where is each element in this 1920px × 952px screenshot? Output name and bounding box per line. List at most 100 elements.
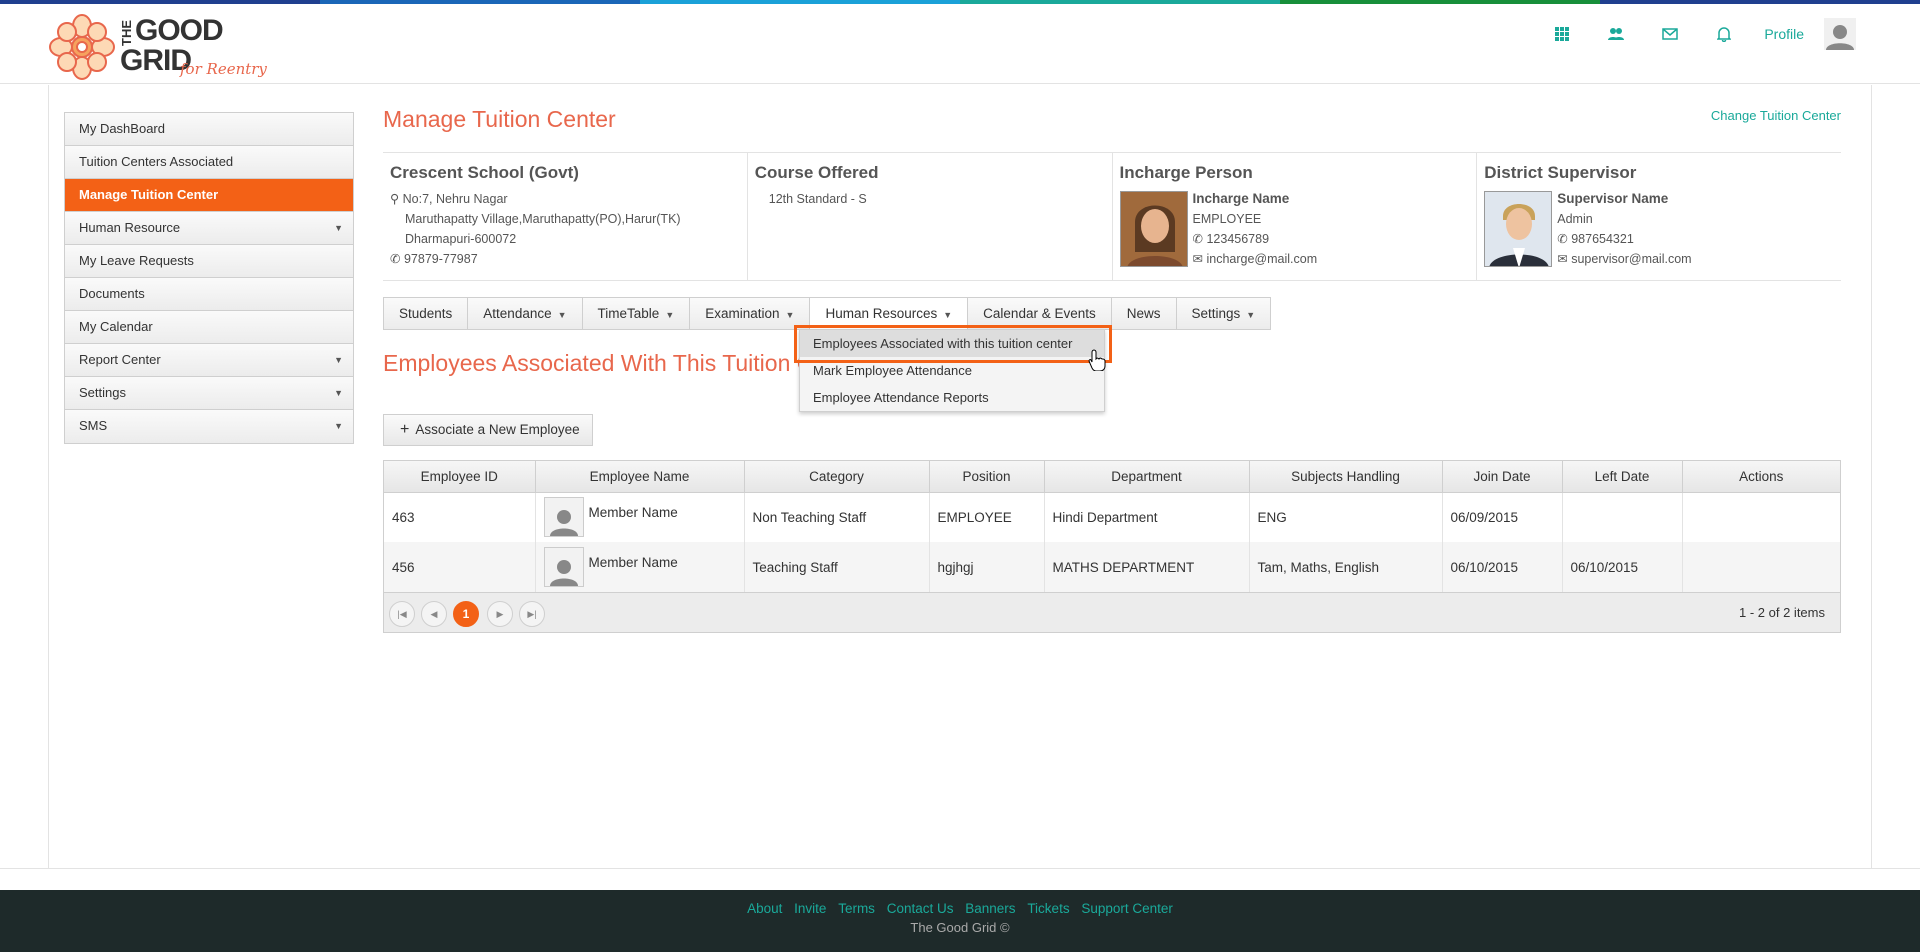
supervisor-email[interactable]: ✉ supervisor@mail.com (1557, 249, 1691, 269)
course-value: 12th Standard - S (768, 192, 867, 206)
tab-examination[interactable]: Examination ▼ (690, 298, 811, 329)
top-nav: Profile (1535, 4, 1920, 64)
column-header[interactable]: Position (929, 461, 1045, 493)
left-date-cell (1562, 492, 1683, 542)
tab-timetable[interactable]: TimeTable ▼ (583, 298, 691, 329)
column-header[interactable]: Left Date (1562, 461, 1683, 493)
tab-label: News (1126, 306, 1161, 321)
sidebar-item-label: Documents (79, 286, 145, 301)
column-header[interactable]: Employee Name (535, 461, 745, 493)
sidebar-item-label: My Leave Requests (79, 253, 194, 268)
footer-link-banners[interactable]: Banners (965, 901, 1015, 916)
sidebar-item-label: SMS (79, 418, 108, 433)
phone-icon: ✆ (1557, 232, 1568, 246)
logo-the: THE (119, 20, 134, 46)
footer-spacer (0, 868, 1920, 890)
next-page-icon[interactable]: ▶ (487, 601, 513, 627)
tab-settings[interactable]: Settings ▼ (1177, 298, 1271, 329)
column-header[interactable]: Subjects Handling (1249, 461, 1443, 493)
menu-item-attendance-reports[interactable]: Employee Attendance Reports (800, 384, 1104, 411)
supervisor-phone: ✆ 987654321 (1557, 229, 1691, 249)
school-address-line1: ⚲ No:7, Nehru Nagar (390, 189, 740, 209)
tab-label: Examination (705, 306, 780, 321)
incharge-info: Incharge Person Incharge Name EMPLOYEE ✆… (1113, 153, 1478, 280)
column-header[interactable]: Actions (1682, 461, 1840, 493)
first-page-icon[interactable]: |◀ (389, 601, 415, 627)
sidebar-item-tuition-centers[interactable]: Tuition Centers Associated (65, 146, 353, 179)
footer-link-terms[interactable]: Terms (838, 901, 875, 916)
actions-cell (1682, 492, 1840, 542)
users-icon[interactable] (1608, 26, 1625, 42)
footer-link-invite[interactable]: Invite (794, 901, 826, 916)
supervisor-details: Supervisor Name Admin ✆ 987654321 ✉ supe… (1557, 189, 1691, 269)
sidebar-item-dashboard[interactable]: My DashBoard (65, 113, 353, 146)
content-right-border (1871, 85, 1872, 868)
pager: |◀ ◀ 1 ▶ ▶| 1 - 2 of 2 items (384, 592, 1840, 632)
logo[interactable]: THE GOOD GRID for Reentry (48, 12, 268, 84)
email-text: incharge@mail.com (1206, 252, 1318, 266)
footer-link-tickets[interactable]: Tickets (1027, 901, 1069, 916)
employees-grid: Employee ID Employee Name Category Posit… (383, 460, 1841, 633)
sidebar-item-calendar[interactable]: My Calendar (65, 311, 353, 344)
employees-table: Employee ID Employee Name Category Posit… (384, 461, 1840, 592)
change-tuition-center-link[interactable]: Change Tuition Center (1711, 108, 1841, 123)
table-row[interactable]: 456 Member Name Teaching Staff hgjhgj MA… (384, 542, 1840, 592)
email-text: supervisor@mail.com (1571, 252, 1692, 266)
sidebar-item-documents[interactable]: Documents (65, 278, 353, 311)
sidebar-item-report-center[interactable]: Report Center ▼ (65, 344, 353, 377)
actions-cell (1682, 542, 1840, 592)
sidebar: My DashBoard Tuition Centers Associated … (64, 112, 354, 444)
sidebar-item-settings[interactable]: Settings ▼ (65, 377, 353, 410)
last-page-icon[interactable]: ▶| (519, 601, 545, 627)
phone-text: 123456789 (1206, 232, 1270, 246)
grid-icon[interactable] (1554, 26, 1570, 42)
incharge-details: Incharge Name EMPLOYEE ✆ 123456789 ✉ inc… (1193, 189, 1318, 269)
position-cell: hgjhgj (929, 542, 1045, 592)
flower-logo-icon (49, 14, 115, 80)
tab-label: Settings (1191, 306, 1241, 321)
member-name: Member Name (588, 555, 678, 570)
tab-students[interactable]: Students (384, 298, 469, 329)
member-avatar (543, 497, 584, 538)
tab-attendance[interactable]: Attendance ▼ (468, 298, 583, 329)
sidebar-item-label: Human Resource (79, 220, 181, 235)
tuition-center-info: Crescent School (Govt) ⚲ No:7, Nehru Nag… (383, 152, 1841, 281)
tab-news[interactable]: News (1112, 298, 1177, 329)
column-header[interactable]: Category (744, 461, 930, 493)
column-header[interactable]: Department (1044, 461, 1250, 493)
sidebar-item-manage-tuition-center[interactable]: Manage Tuition Center (65, 179, 353, 212)
logo-tagline: for Reentry (180, 60, 267, 78)
sidebar-item-sms[interactable]: SMS ▼ (65, 410, 353, 443)
incharge-email[interactable]: ✉ incharge@mail.com (1193, 249, 1318, 269)
footer-link-contact[interactable]: Contact Us (887, 901, 954, 916)
table-header-row: Employee ID Employee Name Category Posit… (384, 461, 1840, 493)
caret-down-icon: ▼ (334, 388, 343, 398)
school-address-line3: Dharmapuri-600072 (405, 232, 517, 246)
prev-page-icon[interactable]: ◀ (421, 601, 447, 627)
page-title: Manage Tuition Center (383, 106, 616, 132)
sidebar-item-label: Report Center (79, 352, 161, 367)
course-title: Course Offered (754, 163, 879, 182)
column-header[interactable]: Employee ID (384, 461, 536, 493)
avatar[interactable] (1824, 18, 1856, 50)
table-row[interactable]: 463 Member Name Non Teaching Staff EMPLO… (384, 492, 1840, 542)
sidebar-item-human-resource[interactable]: Human Resource ▼ (65, 212, 353, 245)
sidebar-item-leave-requests[interactable]: My Leave Requests (65, 245, 353, 278)
caret-down-icon: ▼ (665, 310, 675, 320)
associate-employee-button[interactable]: + Associate a New Employee (383, 414, 593, 446)
footer-link-support[interactable]: Support Center (1081, 901, 1173, 916)
sidebar-item-label: My DashBoard (79, 121, 165, 136)
footer-link-about[interactable]: About (747, 901, 782, 916)
button-label: Associate a New Employee (415, 422, 580, 437)
category-cell: Teaching Staff (744, 542, 930, 592)
mail-icon[interactable] (1662, 26, 1679, 42)
bell-icon[interactable] (1716, 26, 1732, 42)
join-date-cell: 06/10/2015 (1442, 542, 1563, 592)
column-header[interactable]: Join Date (1442, 461, 1563, 493)
page-button-current[interactable]: 1 (453, 601, 479, 627)
location-pin-icon: ⚲ (390, 192, 400, 206)
tab-label: Calendar & Events (983, 306, 1096, 321)
school-phone: ✆ 97879-77987 (390, 249, 740, 269)
profile-link[interactable]: Profile (1764, 26, 1804, 42)
department-cell: Hindi Department (1044, 492, 1250, 542)
